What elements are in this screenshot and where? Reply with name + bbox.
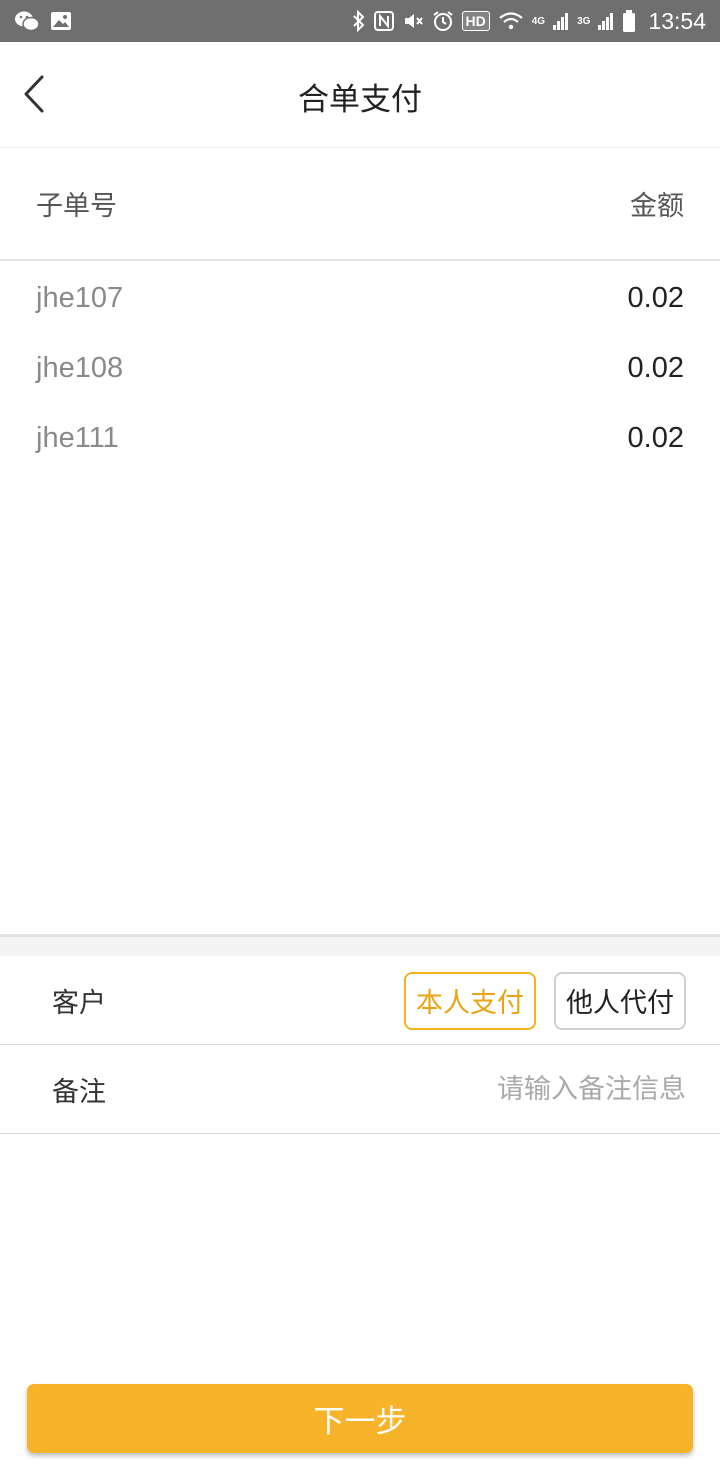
- order-list: jhe107 0.02 jhe108 0.02 jhe111 0.02: [0, 263, 720, 473]
- status-bar: HD 4G 3G 13:54: [0, 0, 720, 42]
- row-amount: 0.02: [627, 281, 684, 314]
- table-row: jhe108 0.02: [0, 333, 720, 403]
- section-divider: [0, 934, 720, 956]
- remark-input[interactable]: [326, 1074, 686, 1105]
- customer-label: 客户: [52, 988, 106, 1019]
- wifi-icon: [499, 12, 523, 30]
- remark-row: 备注: [0, 1046, 720, 1134]
- wechat-icon: [15, 11, 40, 32]
- status-time: 13:54: [648, 7, 706, 34]
- hd-badge: HD: [461, 11, 490, 31]
- nav-header: 合单支付: [0, 42, 720, 148]
- self-pay-button[interactable]: 本人支付: [404, 971, 536, 1030]
- network-3g: 3G: [577, 15, 591, 27]
- battery-icon: [623, 10, 636, 32]
- column-amount: 金额: [630, 191, 684, 222]
- table-row: jhe111 0.02: [0, 403, 720, 473]
- row-order-number: jhe111: [36, 421, 119, 454]
- page-title: 合单支付: [298, 82, 422, 118]
- image-icon: [51, 12, 71, 30]
- table-row: jhe107 0.02: [0, 263, 720, 333]
- bluetooth-icon: [352, 10, 364, 32]
- remark-label: 备注: [52, 1077, 106, 1108]
- signal-icon-2: [598, 13, 614, 30]
- customer-row: 客户 本人支付 他人代付: [0, 957, 720, 1045]
- signal-icon: [553, 13, 569, 30]
- row-order-number: jhe107: [36, 281, 124, 314]
- row-amount: 0.02: [627, 421, 684, 454]
- other-pay-button[interactable]: 他人代付: [554, 971, 686, 1030]
- network-4g: 4G: [531, 15, 546, 27]
- row-amount: 0.02: [627, 351, 684, 384]
- alarm-icon: [432, 11, 453, 31]
- next-step-button[interactable]: 下一步: [27, 1384, 693, 1453]
- table-header: 子单号 金额: [0, 148, 720, 261]
- payer-options: 本人支付 他人代付: [404, 971, 686, 1030]
- mute-icon: [404, 14, 423, 28]
- nfc-icon: [373, 11, 394, 31]
- column-order-number: 子单号: [36, 191, 117, 222]
- row-order-number: jhe108: [36, 351, 124, 384]
